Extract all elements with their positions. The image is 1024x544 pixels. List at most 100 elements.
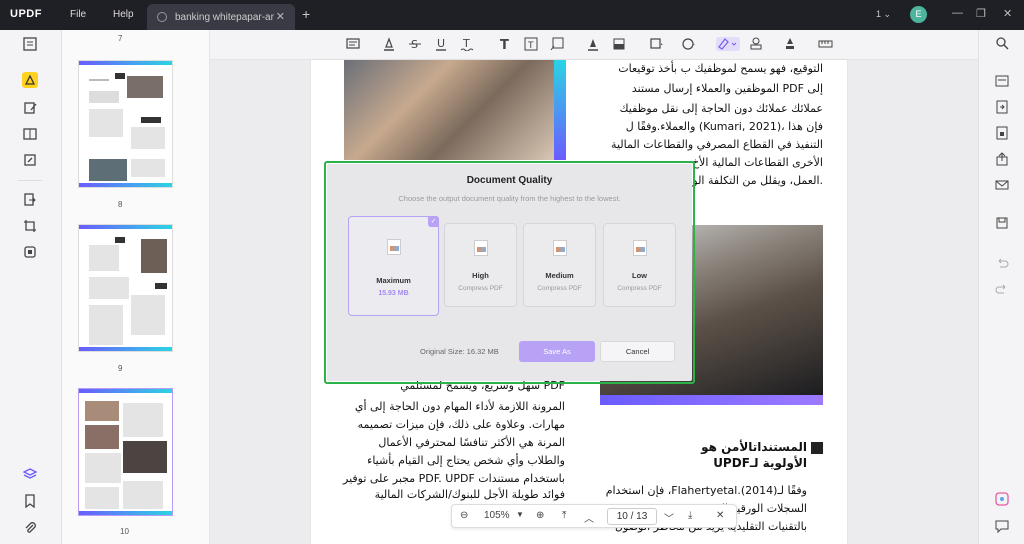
measure-icon[interactable] bbox=[818, 37, 838, 51]
squiggly-icon[interactable]: T bbox=[460, 37, 474, 52]
quality-option-high[interactable]: High Compress PDF bbox=[444, 223, 517, 307]
convert-pdf-icon[interactable] bbox=[995, 100, 1009, 114]
menu-file[interactable]: File bbox=[70, 9, 86, 20]
right-tool-rail bbox=[978, 30, 1024, 544]
edit-icon[interactable] bbox=[22, 100, 38, 116]
attachment-icon[interactable] bbox=[22, 520, 38, 536]
option-name: Low bbox=[632, 271, 647, 280]
thumbnail-page-8[interactable] bbox=[78, 60, 173, 188]
paragraph-line: إلى PDF الموظفين والعملاء إرسال مستند bbox=[631, 82, 823, 95]
cancel-button[interactable]: Cancel bbox=[600, 341, 675, 362]
paragraph-line: التوقيع، فهو يسمح لموظفيك ب بأخذ توقيعات bbox=[618, 62, 823, 75]
close-nav-icon[interactable]: ✕ bbox=[716, 510, 724, 521]
ocr-icon[interactable] bbox=[995, 74, 1009, 88]
underline-icon[interactable]: U bbox=[434, 37, 448, 51]
quality-option-medium[interactable]: Medium Compress PDF bbox=[523, 223, 596, 307]
email-icon[interactable] bbox=[995, 178, 1009, 192]
document-tab[interactable]: banking whitepapar-ar ✕ bbox=[147, 4, 295, 30]
option-detail: Compress PDF bbox=[617, 285, 662, 292]
organize-icon[interactable] bbox=[22, 126, 38, 142]
paragraph-line: فوائد طويلة الأجل للبنوك/الشركات المالية bbox=[374, 488, 565, 501]
image-icon bbox=[632, 240, 647, 256]
thumbnail-page-10[interactable] bbox=[78, 388, 173, 516]
document-quality-dialog: Document Quality Choose the output docum… bbox=[327, 164, 692, 381]
image-icon bbox=[552, 240, 567, 256]
page-indicator[interactable]: 1 ⌄ bbox=[876, 9, 891, 20]
heading-bullet bbox=[811, 442, 823, 454]
quality-option-low[interactable]: Low Compress PDF bbox=[603, 223, 676, 307]
image-icon bbox=[473, 240, 488, 256]
title-bar: UPDF File Help banking whitepapar-ar ✕ +… bbox=[0, 0, 1024, 30]
chevron-down-icon[interactable]: ▼ bbox=[516, 510, 524, 519]
undo-icon[interactable] bbox=[995, 256, 1009, 270]
office-photo bbox=[344, 60, 554, 160]
highlight-icon[interactable] bbox=[382, 37, 396, 51]
convert-icon[interactable] bbox=[22, 192, 38, 208]
restore-icon[interactable]: ❐ bbox=[976, 7, 986, 20]
document-icon bbox=[157, 12, 167, 22]
comment-icon[interactable] bbox=[22, 72, 38, 88]
first-page-icon[interactable]: ⤒ bbox=[562, 510, 566, 521]
next-page-icon[interactable]: ﹀ bbox=[664, 510, 674, 525]
save-as-button[interactable]: Save As bbox=[519, 341, 595, 362]
section-heading: المستنداتالأمن هو bbox=[701, 440, 807, 454]
layers-icon[interactable] bbox=[22, 466, 38, 482]
svg-text:U: U bbox=[437, 37, 445, 50]
pencil-icon[interactable] bbox=[586, 37, 600, 51]
search-icon[interactable] bbox=[995, 36, 1009, 50]
comment-icon[interactable] bbox=[346, 37, 360, 51]
strikethrough-icon[interactable]: S bbox=[408, 37, 422, 51]
svg-text:T: T bbox=[527, 41, 534, 51]
page-number-field[interactable]: 10 / 13 bbox=[607, 508, 657, 525]
bookmark-icon[interactable] bbox=[22, 493, 38, 509]
save-icon[interactable] bbox=[995, 216, 1009, 230]
app-logo: UPDF bbox=[10, 8, 42, 20]
stamp-icon[interactable] bbox=[750, 37, 764, 51]
prev-page-icon[interactable]: ︿ bbox=[584, 510, 594, 525]
zoom-level[interactable]: 105% bbox=[484, 510, 510, 521]
eraser-icon[interactable] bbox=[612, 37, 626, 51]
close-window-icon[interactable]: ✕ bbox=[1003, 7, 1012, 20]
textbox-icon[interactable]: T bbox=[524, 37, 538, 51]
image-icon bbox=[386, 239, 401, 255]
paragraph-line: فإن هذا ،(Kumari, 2021) والعملاء.وفقًا ل bbox=[625, 120, 823, 133]
protect-icon[interactable] bbox=[22, 244, 38, 260]
redo-icon[interactable] bbox=[995, 282, 1009, 296]
divider bbox=[18, 180, 42, 181]
last-page-icon[interactable]: ⤓ bbox=[688, 510, 692, 521]
form-icon[interactable] bbox=[22, 152, 38, 168]
comment-toolbar: S U T T T bbox=[210, 30, 978, 60]
crop-icon[interactable] bbox=[22, 218, 38, 234]
option-detail: Compress PDF bbox=[458, 285, 503, 292]
share-icon[interactable] bbox=[995, 152, 1009, 166]
reader-icon[interactable] bbox=[22, 36, 38, 52]
ai-assistant-icon[interactable] bbox=[995, 492, 1009, 506]
avatar[interactable]: E bbox=[910, 6, 927, 23]
minimize-icon[interactable]: — bbox=[952, 7, 963, 19]
text-icon[interactable]: T bbox=[498, 37, 512, 53]
page-navigation-bar: ⊖ 105% ▼ ⊕ ⤒ ︿ 10 / 13 ﹀ ⤓ ✕ bbox=[451, 504, 737, 528]
zoom-out-icon[interactable]: ⊖ bbox=[460, 510, 468, 521]
add-tab-icon[interactable]: + bbox=[302, 6, 310, 22]
paragraph-line: التنفيذ في القطاع المصرفي والقطاعات الما… bbox=[611, 138, 823, 151]
stamp-pen-icon[interactable] bbox=[716, 37, 740, 51]
menu-help[interactable]: Help bbox=[113, 9, 134, 20]
paragraph-line: مهارات. وعلاوة على ذلك، فإن ميزات تصميمه bbox=[357, 418, 565, 431]
shape-icon[interactable] bbox=[650, 37, 664, 51]
thumbnail-page-number: 8 bbox=[118, 200, 123, 209]
option-detail: Compress PDF bbox=[537, 285, 582, 292]
close-tab-icon[interactable]: ✕ bbox=[276, 10, 285, 23]
signature-icon[interactable] bbox=[784, 37, 798, 51]
callout-icon[interactable] bbox=[550, 37, 564, 51]
protect-pdf-icon[interactable] bbox=[995, 126, 1009, 140]
dialog-title: Document Quality bbox=[466, 175, 553, 186]
thumbnail-page-number: 9 bbox=[118, 364, 123, 373]
dialog-subtitle: Choose the output document quality from … bbox=[398, 194, 621, 203]
color-icon[interactable] bbox=[682, 37, 696, 51]
thumbnail-page-9[interactable] bbox=[78, 224, 173, 352]
zoom-in-icon[interactable]: ⊕ bbox=[536, 510, 544, 521]
quality-option-maximum[interactable]: ✓ Maximum 15.93 MB bbox=[348, 216, 439, 316]
chat-icon[interactable] bbox=[995, 519, 1009, 534]
thumbnail-page-number: 10 bbox=[120, 527, 129, 536]
option-size: 15.93 MB bbox=[378, 290, 409, 297]
